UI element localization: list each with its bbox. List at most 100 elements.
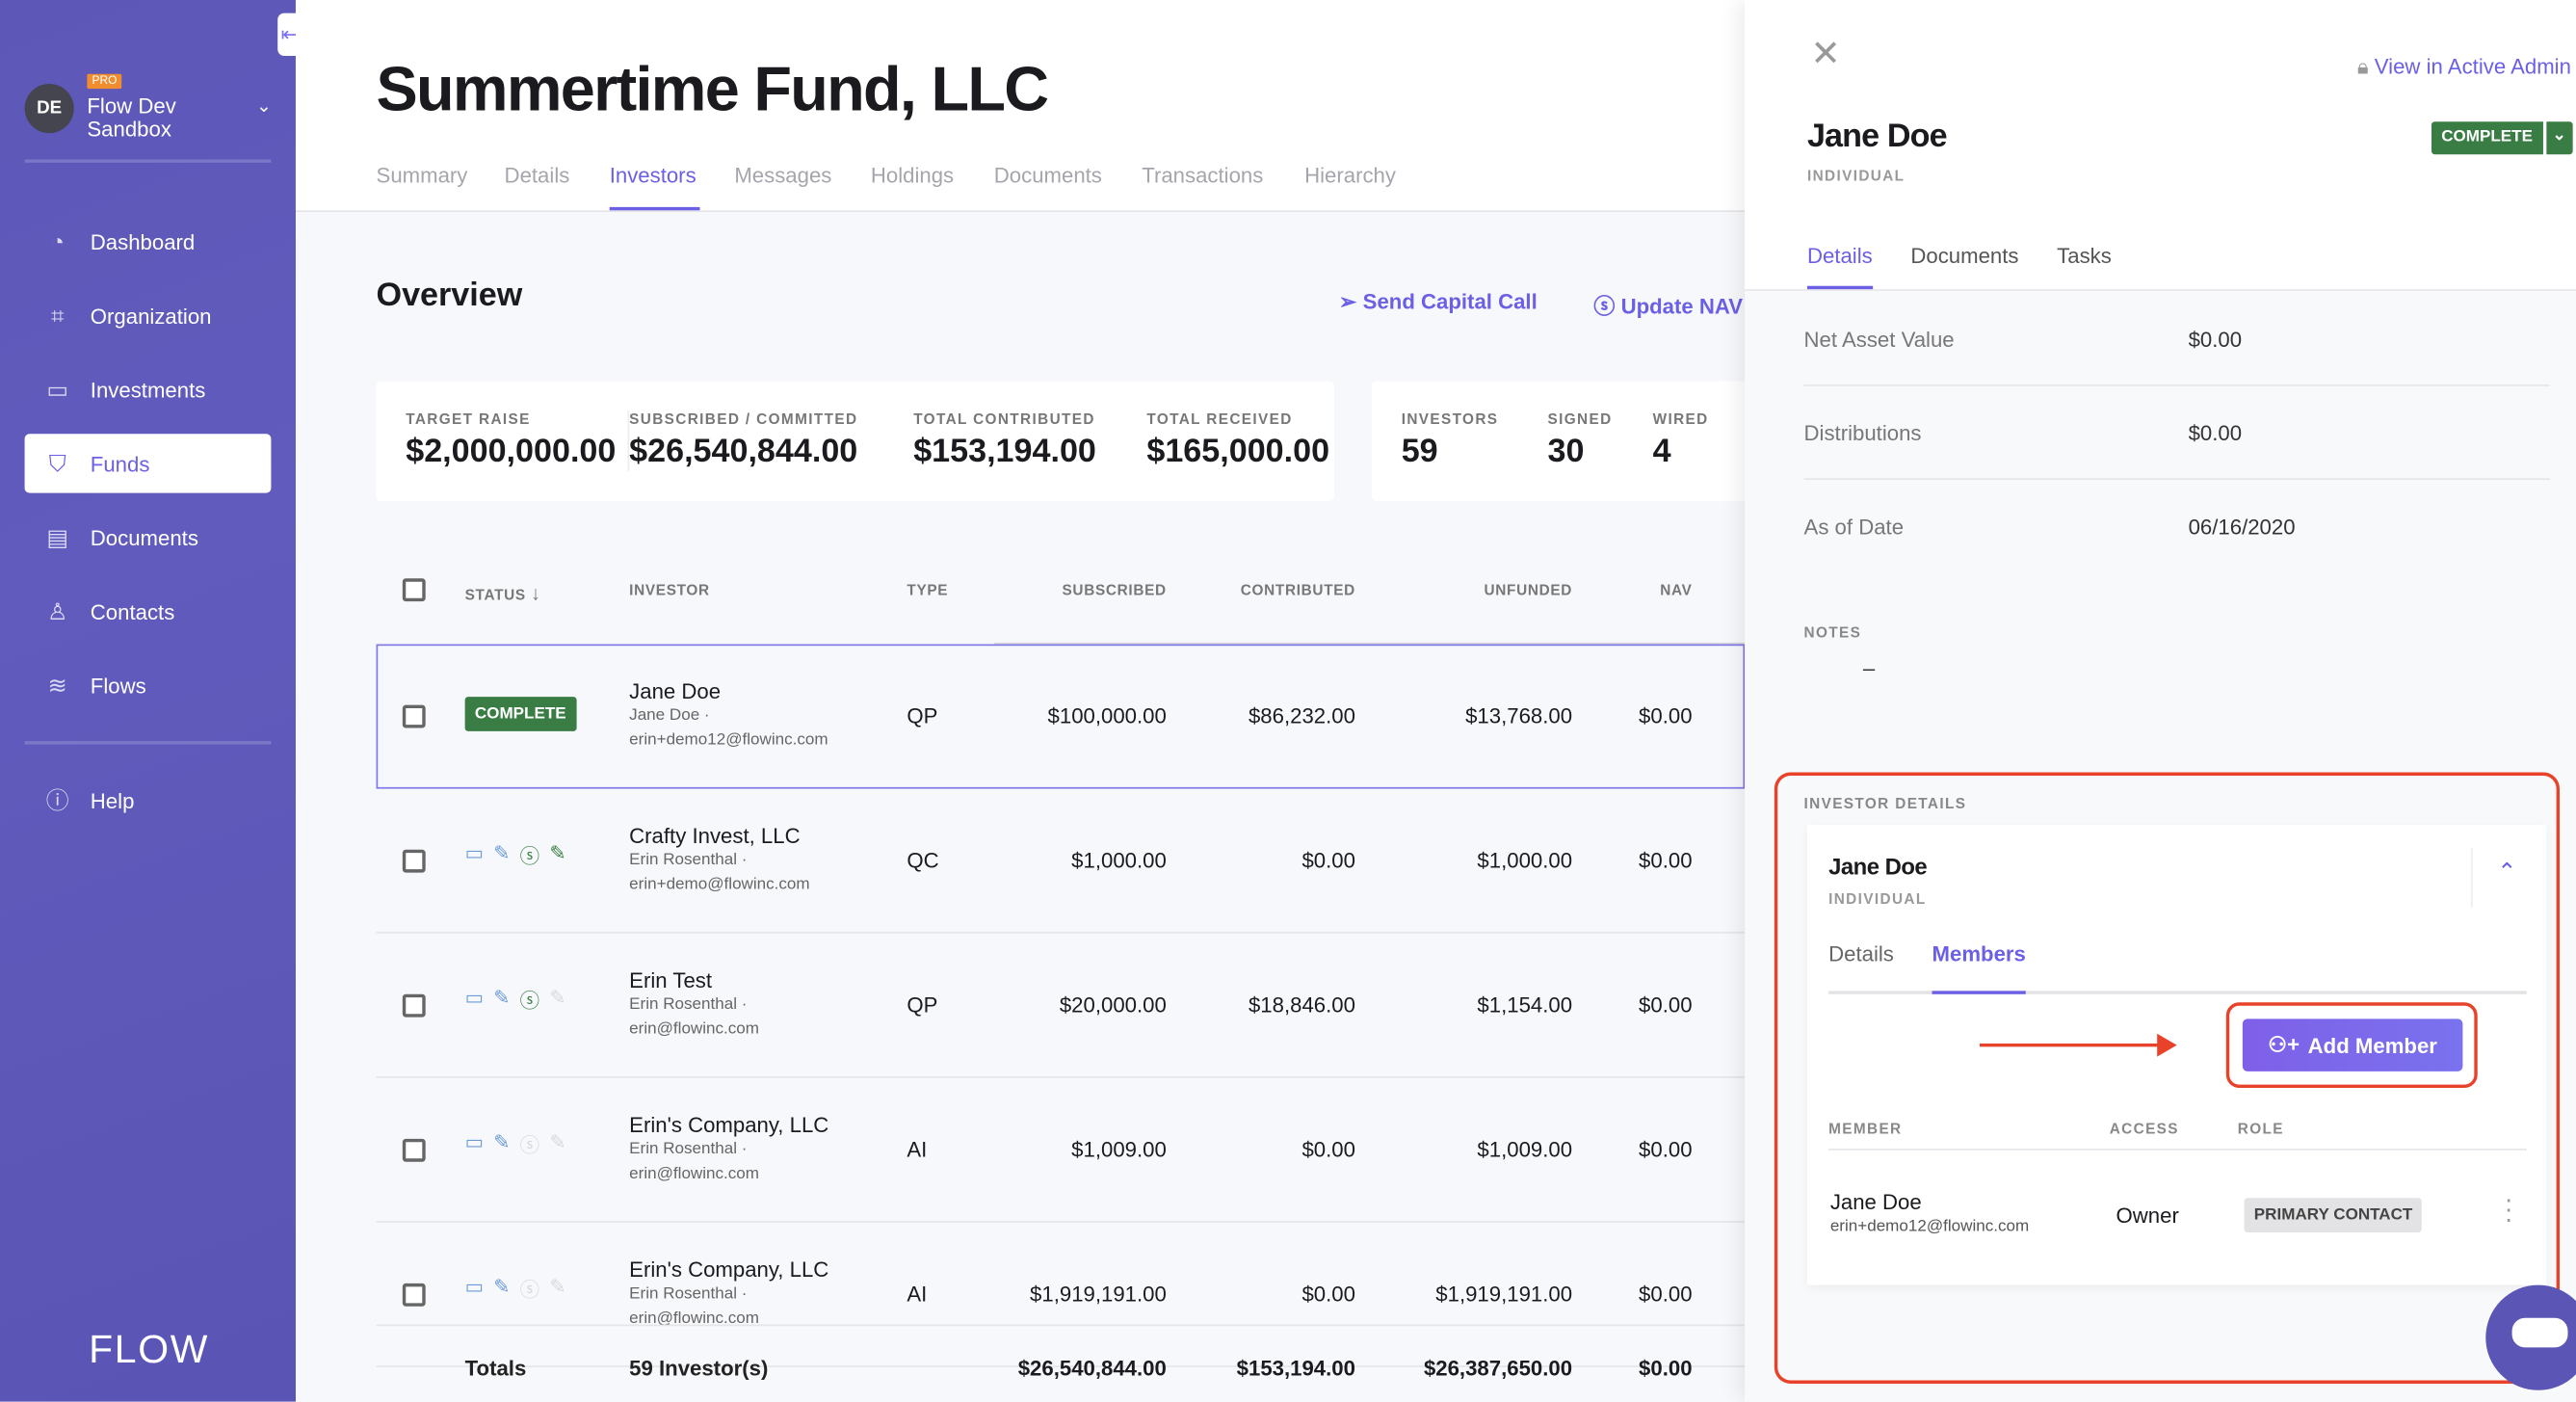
investor-email: erin@flowinc.com [629,1165,760,1183]
count-label: WIRED [1652,410,1709,428]
totals-label: Totals [464,1355,527,1381]
row-checkbox[interactable] [402,993,426,1018]
nav-cell: $0.00 [1639,1282,1693,1307]
stat-target-raise: TARGET RAISE $2,000,000.00 [406,410,616,471]
tab-documents[interactable]: Documents [994,163,1102,188]
sidebar-item-dashboard[interactable]: ◔ Dashboard [25,212,272,271]
signed-icon: ✎ [549,841,566,865]
divider [1828,1149,2527,1151]
select-all-checkbox[interactable] [402,578,426,602]
nav-label: Funds [90,451,150,476]
status-badge[interactable]: COMPLETE [2431,121,2543,155]
field-value: 06/16/2020 [2188,514,2296,540]
investor-cell[interactable]: Crafty Invest, LLC Erin Rosenthal · erin+d… [629,823,809,915]
tab-investors[interactable]: Investors [610,163,697,188]
count-label: SIGNED [1547,410,1613,428]
card-tab-members[interactable]: Members [1932,941,2026,966]
overview-title: Overview [376,278,523,314]
column-investor[interactable]: INVESTOR [629,582,710,598]
card-investor-kind: INDIVIDUAL [1828,890,1927,908]
count-signed: SIGNED 30 [1547,410,1612,471]
field-label: As of Date [1803,514,1905,540]
dollar-circle-icon: ⓢ [519,1278,540,1302]
sidebar-item-help[interactable]: ⓘ Help [25,771,272,830]
add-member-button[interactable]: ⚇+ Add Member [2242,1018,2463,1071]
member-access: Owner [2116,1203,2179,1228]
layers-icon: ≋ [47,671,67,698]
card-tab-details[interactable]: Details [1828,941,1894,966]
investor-cell[interactable]: Erin Test Erin Rosenthal · erin@flowinc.co… [629,967,759,1060]
column-nav[interactable]: NAV [1626,582,1692,598]
kebab-menu-icon[interactable]: · · · [2504,1187,2513,1233]
investor-name: Erin's Company, LLC [629,1257,829,1283]
row-checkbox[interactable] [402,1283,426,1307]
status-badge: COMPLETE [464,697,576,731]
member-role-badge: PRIMARY CONTACT [2244,1198,2423,1233]
stat-label: TOTAL RECEIVED [1146,410,1293,428]
signed-icon: ✎ [549,1275,566,1299]
progress-icons: ▭ ✎ ⓢ ✎ [465,841,566,869]
panel-tab-details[interactable]: Details [1807,243,1873,268]
investor-details-card: Jane Doe INDIVIDUAL ⌃ Details Members ⚇+… [1806,825,2547,1285]
sidebar-item-documents[interactable]: ▤ Documents [25,508,272,567]
column-subscribed[interactable]: SUBSCRIBED [1002,582,1167,598]
org-name[interactable]: Flow Dev Sandbox [87,94,234,142]
field-value: $0.00 [2188,327,2243,352]
status-dropdown[interactable]: COMPLETE ⌄ [2431,121,2573,155]
chevron-up-icon[interactable]: ⌃ [2497,858,2516,886]
sidebar-item-contacts[interactable]: ♙ Contacts [25,582,272,641]
tab-transactions[interactable]: Transactions [1142,163,1263,188]
briefcase-icon: ▭ [464,986,484,1010]
column-unfunded[interactable]: UNFUNDED [1408,582,1573,598]
row-checkbox[interactable] [402,704,426,728]
panel-tab-tasks[interactable]: Tasks [2057,243,2112,268]
column-label: STATUS [464,586,526,603]
panel-investor-kind: INDIVIDUAL [1806,167,1906,185]
column-type[interactable]: TYPE [907,582,948,598]
close-icon[interactable]: ✕ [1810,33,1840,75]
sidebar-item-funds[interactable]: ⛉ Funds [24,434,272,493]
investor-cell[interactable]: Erin's Company, LLC Erin Rosenthal · erin@… [629,1257,828,1350]
panel-tab-documents[interactable]: Documents [1910,243,2018,268]
chevron-down-icon[interactable]: ⌄ [256,95,272,117]
row-checkbox[interactable] [402,1138,426,1162]
investor-name: Crafty Invest, LLC [629,823,801,848]
column-contributed[interactable]: CONTRIBUTED [1191,582,1355,598]
signed-icon: ✎ [549,1130,566,1154]
tab-details[interactable]: Details [505,163,570,188]
view-in-active-admin-link[interactable]: 🔒︎ View in Active Admin [2357,54,2571,80]
dollar-circle-icon: ⓢ [1593,294,1621,319]
tab-hierarchy[interactable]: Hierarchy [1304,163,1396,188]
active-tab-indicator [609,206,700,211]
update-nav-label: Update NAV [1620,294,1744,319]
help-circle-icon: ⓘ [45,786,69,814]
card-tab-indicator [1932,991,2026,994]
column-member: MEMBER [1828,1121,1903,1138]
investor-cell[interactable]: Erin's Company, LLC Erin Rosenthal · erin@… [629,1113,828,1205]
chevron-down-icon[interactable]: ⌄ [2545,121,2573,155]
stats-card: TARGET RAISE $2,000,000.00 SUBSCRIBED / C… [376,381,1334,502]
sidebar-item-investments[interactable]: ▭ Investments [25,359,272,418]
investor-details-title: INVESTOR DETAILS [1803,795,1967,812]
investor-cell[interactable]: Jane Doe Jane Doe · erin+demo12@flowinc.co… [629,678,828,771]
row-checkbox[interactable] [402,849,426,873]
nav-label: Documents [90,524,198,550]
tab-summary[interactable]: Summary [377,163,468,188]
send-capital-call-label: Send Capital Call [1362,289,1538,314]
nav-label: Organization [90,303,212,329]
stat-subscribed: SUBSCRIBED / COMMITTED $26,540,844.00 [627,410,857,472]
update-nav-button[interactable]: ⓢ Update NAV [1593,289,1743,320]
member-name: Jane Doe [1829,1189,1922,1215]
org-avatar[interactable]: DE [24,83,74,134]
send-capital-call-button[interactable]: ➢ Send Capital Call [1339,289,1538,315]
column-status[interactable]: STATUS ↓ [465,582,541,605]
tab-messages[interactable]: Messages [734,163,831,188]
sidebar-item-organization[interactable]: ⌗ Organization [25,286,272,345]
tab-holdings[interactable]: Holdings [871,163,954,188]
divider [1803,384,2550,386]
nav-cell: $0.00 [1639,847,1693,873]
investor-contact: Erin Rosenthal · [629,1140,748,1159]
sidebar-item-flows[interactable]: ≋ Flows [25,655,272,714]
dollar-circle-icon: ⓢ [519,1133,540,1157]
field-label: Distributions [1803,420,1922,446]
